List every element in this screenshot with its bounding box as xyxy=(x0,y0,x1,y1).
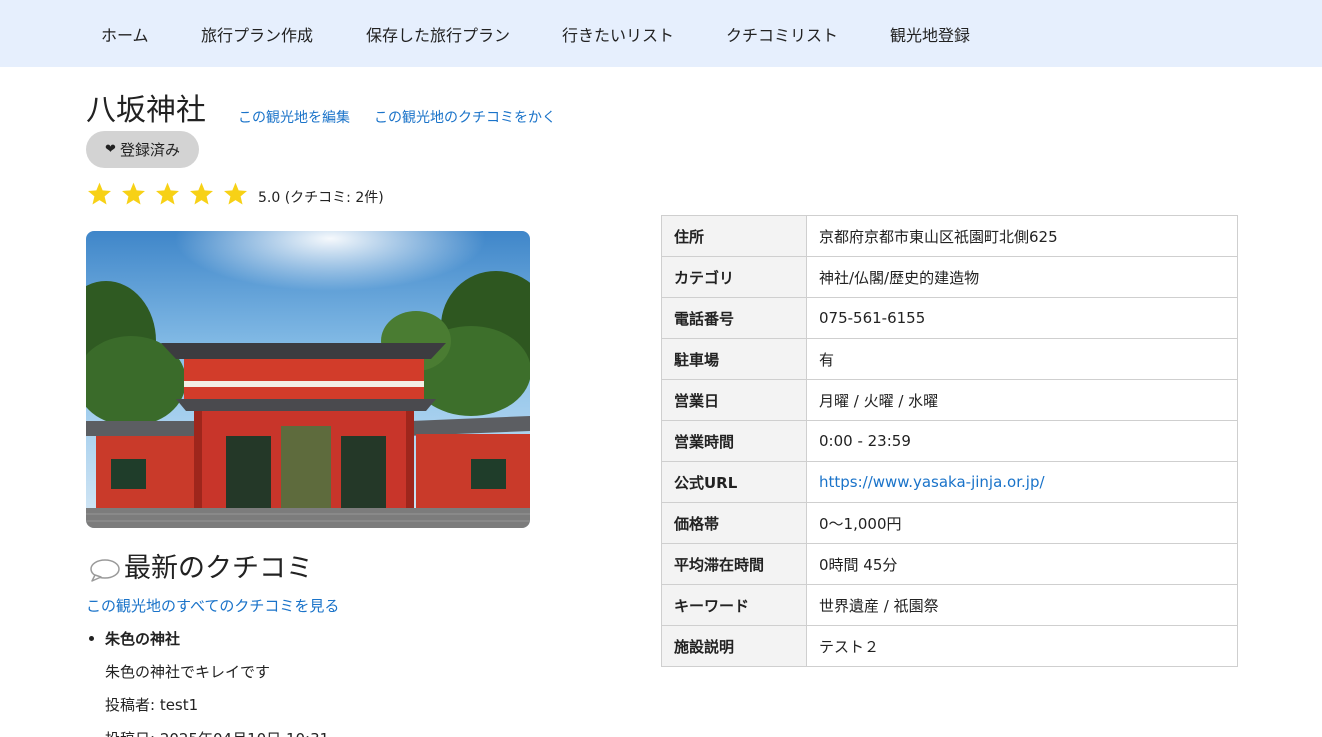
review-title: 朱色の神社 xyxy=(105,630,181,648)
nav-wish-list[interactable]: 行きたいリスト xyxy=(562,26,674,46)
nav-create-plan[interactable]: 旅行プラン作成 xyxy=(201,26,313,46)
info-value: https://www.yasaka-jinja.or.jp/ xyxy=(806,461,1238,503)
all-reviews-link[interactable]: この観光地のすべてのクチコミを見る xyxy=(86,596,339,616)
write-review-link[interactable]: この観光地のクチコミをかく xyxy=(374,109,556,127)
registered-button[interactable]: ❤ 登録済み xyxy=(86,131,199,168)
review-date: 投稿日: 2025年04月10日 10:31 xyxy=(105,729,329,737)
info-value: 有 xyxy=(806,338,1238,380)
info-row: 営業日 月曜 / 火曜 / 水曜 xyxy=(661,379,1238,421)
nav-register-spot[interactable]: 観光地登録 xyxy=(890,26,970,46)
info-value: 0時間 45分 xyxy=(806,543,1238,585)
star-icon xyxy=(188,179,222,209)
top-nav: ホーム 旅行プラン作成 保存した旅行プラン 行きたいリスト クチコミリスト 観光… xyxy=(0,0,1322,67)
official-url-link[interactable]: https://www.yasaka-jinja.or.jp/ xyxy=(819,473,1045,491)
info-value: 月曜 / 火曜 / 水曜 xyxy=(806,379,1238,421)
info-label: 営業時間 xyxy=(661,420,807,462)
info-label: 駐車場 xyxy=(661,338,807,380)
info-label: 施設説明 xyxy=(661,625,807,667)
info-value: テスト２ xyxy=(806,625,1238,667)
review-body: 朱色の神社でキレイです xyxy=(105,663,271,681)
speech-bubble-icon xyxy=(88,556,122,582)
info-value: 075-561-6155 xyxy=(806,297,1238,339)
info-value: 0〜1,000円 xyxy=(806,502,1238,544)
rating-summary: 5.0 (クチコミ: 2件) xyxy=(258,190,384,206)
star-icon xyxy=(154,179,188,209)
star-icon xyxy=(120,179,154,209)
info-row: キーワード 世界遺産 / 祇園祭 xyxy=(661,584,1238,626)
reviews-heading-text: 最新のクチコミ xyxy=(124,553,313,584)
registered-label: 登録済み xyxy=(119,141,180,159)
info-row: 営業時間 0:00 - 23:59 xyxy=(661,420,1238,462)
nav-saved-plans[interactable]: 保存した旅行プラン xyxy=(366,26,510,46)
info-label: 営業日 xyxy=(661,379,807,421)
spot-info-table: 住所 京都府京都市東山区祇園町北側625 カテゴリ 神社/仏閣/歴史的建造物 電話番号 0… xyxy=(661,215,1238,667)
info-value: 0:00 - 23:59 xyxy=(806,420,1238,462)
list-bullet xyxy=(89,636,94,641)
star-rating xyxy=(86,178,256,210)
info-row: 公式URL https://www.yasaka-jinja.or.jp/ xyxy=(661,461,1238,503)
info-label: 電話番号 xyxy=(661,297,807,339)
info-label: 平均滞在時間 xyxy=(661,543,807,585)
info-row: 駐車場有 xyxy=(661,338,1238,380)
info-label: キーワード xyxy=(661,584,807,626)
nav-home[interactable]: ホーム xyxy=(101,26,149,46)
info-value: 世界遺産 / 祇園祭 xyxy=(806,584,1238,626)
reviews-heading: 最新のクチコミ xyxy=(88,550,313,588)
info-label: カテゴリ xyxy=(661,256,807,298)
info-label: 価格帯 xyxy=(661,502,807,544)
info-row: 住所 京都府京都市東山区祇園町北側625 xyxy=(661,215,1238,257)
info-row: 施設説明 テスト２ xyxy=(661,625,1238,667)
info-label: 住所 xyxy=(661,215,807,257)
info-row: カテゴリ 神社/仏閣/歴史的建造物 xyxy=(661,256,1238,298)
review-author: 投稿者: test1 xyxy=(105,696,199,714)
star-icon xyxy=(86,179,120,209)
spot-photo xyxy=(86,231,530,528)
info-row: 平均滞在時間 0時間 45分 xyxy=(661,543,1238,585)
heart-icon: ❤ xyxy=(105,142,116,157)
info-value: 京都府京都市東山区祇園町北側625 xyxy=(806,215,1238,257)
info-value: 神社/仏閣/歴史的建造物 xyxy=(806,256,1238,298)
star-icon xyxy=(222,179,256,209)
nav-review-list[interactable]: クチコミリスト xyxy=(726,26,838,46)
info-row: 電話番号 075-561-6155 xyxy=(661,297,1238,339)
info-row: 価格帯 0〜1,000円 xyxy=(661,502,1238,544)
info-label: 公式URL xyxy=(661,461,807,503)
page-title: 八坂神社 xyxy=(86,93,206,128)
edit-spot-link[interactable]: この観光地を編集 xyxy=(238,109,350,127)
